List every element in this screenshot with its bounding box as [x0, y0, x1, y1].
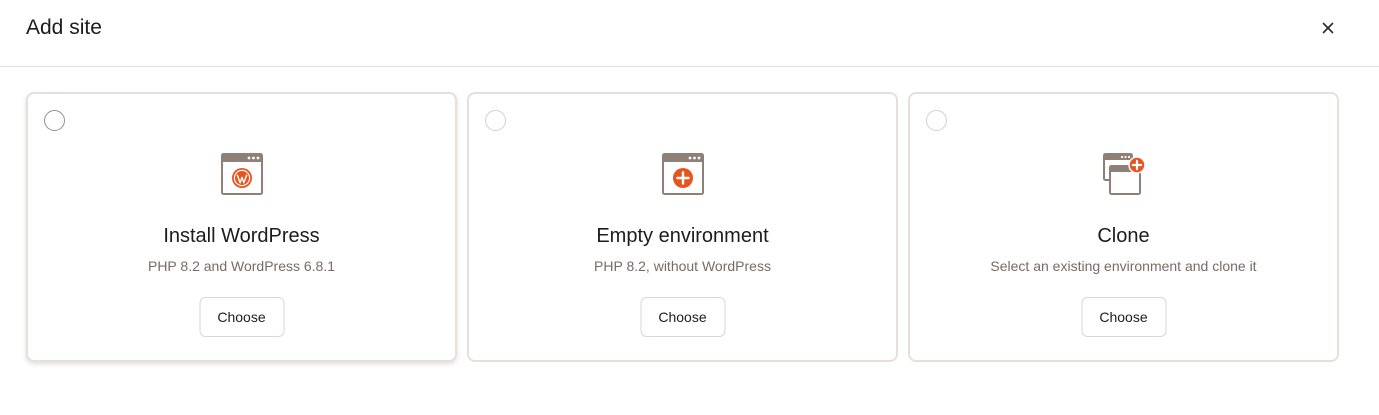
option-subtitle: Select an existing environment and clone… [990, 258, 1257, 274]
option-card-clone[interactable]: Clone Select an existing environment and… [908, 92, 1339, 362]
wordpress-window-icon [220, 153, 263, 195]
close-icon [1322, 22, 1334, 34]
dialog-header: Add site [0, 0, 1379, 67]
choose-button-install-wordpress[interactable]: Choose [199, 297, 284, 337]
option-subtitle: PHP 8.2, without WordPress [594, 258, 771, 274]
site-options: Install WordPress PHP 8.2 and WordPress … [26, 92, 1339, 362]
option-title: Install WordPress [163, 225, 320, 247]
add-window-icon [661, 153, 704, 195]
dialog-title: Add site [26, 16, 102, 39]
choose-button-empty-environment[interactable]: Choose [640, 297, 725, 337]
clone-window-icon [1102, 153, 1146, 195]
option-subtitle: PHP 8.2 and WordPress 6.8.1 [147, 258, 336, 274]
close-button[interactable] [1316, 16, 1340, 40]
option-radio-clone[interactable] [926, 110, 947, 131]
option-radio-empty-environment[interactable] [485, 110, 506, 131]
option-title: Empty environment [596, 225, 769, 247]
option-card-empty-environment[interactable]: Empty environment PHP 8.2, without WordP… [467, 92, 898, 362]
option-title: Clone [1097, 225, 1150, 247]
option-radio-install-wordpress[interactable] [44, 110, 65, 131]
option-card-install-wordpress[interactable]: Install WordPress PHP 8.2 and WordPress … [26, 92, 457, 362]
add-site-dialog: Add site Install WordPress PHP 8.2 and W… [0, 0, 1379, 415]
choose-button-clone[interactable]: Choose [1081, 297, 1166, 337]
